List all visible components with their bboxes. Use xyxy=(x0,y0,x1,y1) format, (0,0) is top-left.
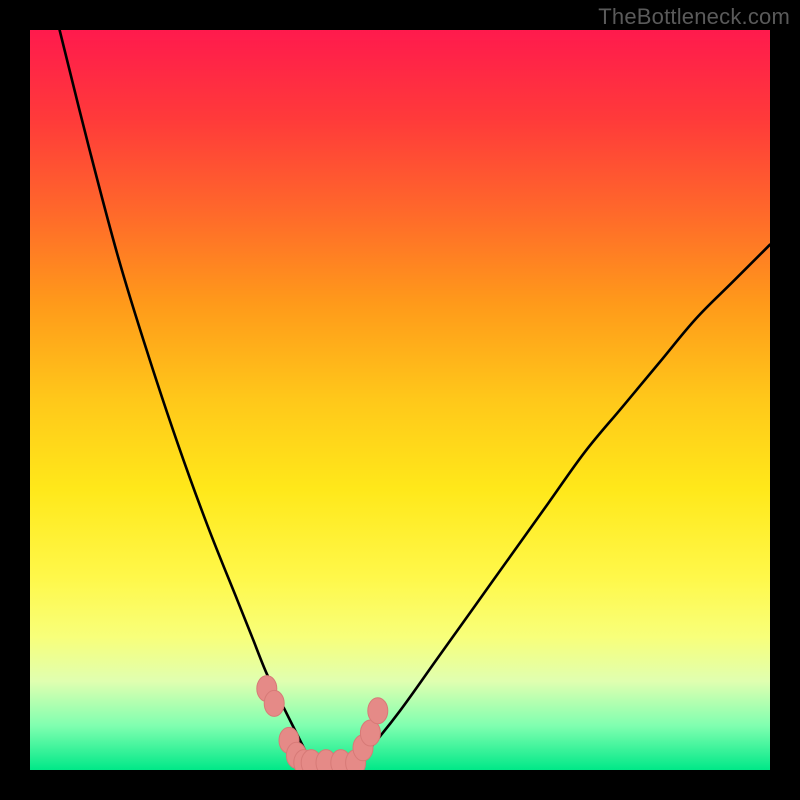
watermark-text: TheBottleneck.com xyxy=(598,4,790,30)
left-curve xyxy=(60,30,312,763)
plot-area xyxy=(30,30,770,770)
marker-dot xyxy=(264,690,284,716)
chart-frame: TheBottleneck.com xyxy=(0,0,800,800)
right-curve xyxy=(356,245,770,763)
marker-group xyxy=(257,676,388,770)
curve-layer xyxy=(30,30,770,770)
marker-dot xyxy=(368,698,388,724)
